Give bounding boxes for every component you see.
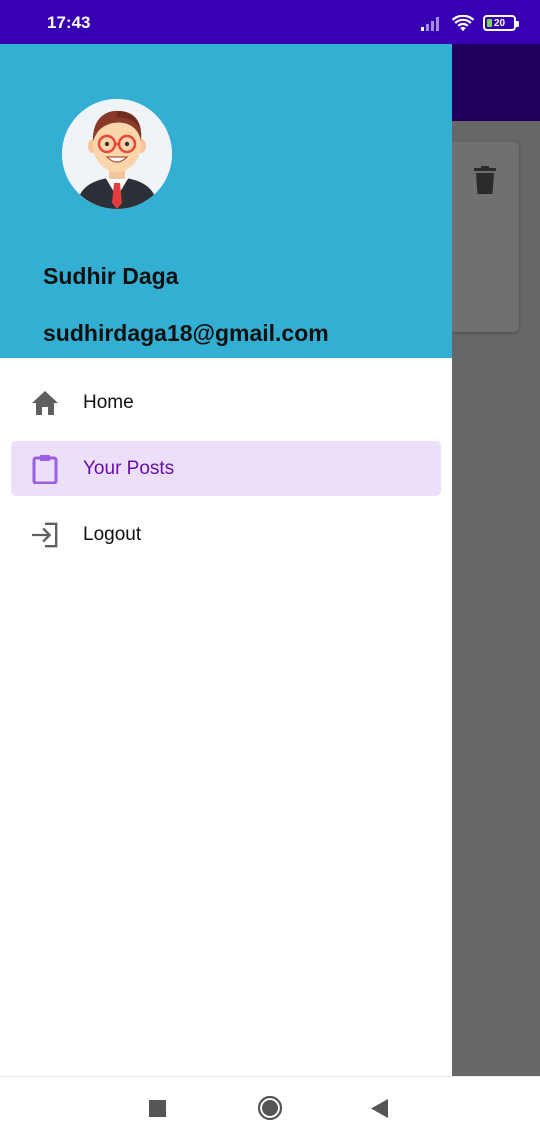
status-time: 17:43 [47, 13, 91, 32]
drawer-item-label: Home [83, 391, 134, 413]
navigation-drawer: Sudhir Daga sudhirdaga18@gmail.com Home … [0, 44, 452, 1076]
avatar-icon [62, 99, 172, 209]
clipboard-icon [31, 455, 59, 484]
background-toolbar [452, 44, 540, 121]
user-email: sudhirdaga18@gmail.com [43, 320, 329, 346]
avatar [62, 99, 172, 209]
drawer-item-home[interactable]: Home [11, 375, 441, 430]
battery-level: 20 [493, 17, 506, 29]
drawer-item-label: Your Posts [83, 457, 175, 479]
status-bar: 17:43 20 [0, 0, 540, 44]
drawer-item-your-posts[interactable]: Your Posts [11, 441, 441, 496]
wifi-icon [452, 14, 474, 31]
home-icon [31, 389, 59, 417]
recents-button[interactable] [149, 1100, 166, 1117]
background-post-card [452, 142, 519, 332]
user-name: Sudhir Daga [43, 263, 179, 289]
home-button[interactable] [257, 1095, 283, 1121]
signal-icon [421, 17, 439, 31]
system-nav-bar [0, 1076, 540, 1140]
back-button[interactable] [371, 1099, 388, 1118]
battery-icon: 20 [483, 15, 519, 31]
drawer-scrim[interactable] [452, 44, 540, 1076]
drawer-header: Sudhir Daga sudhirdaga18@gmail.com [0, 44, 452, 358]
trash-icon [474, 166, 496, 194]
logout-icon [31, 521, 59, 549]
drawer-item-logout[interactable]: Logout [11, 507, 441, 562]
status-icons: 20 [421, 12, 519, 34]
drawer-item-label: Logout [83, 523, 142, 545]
